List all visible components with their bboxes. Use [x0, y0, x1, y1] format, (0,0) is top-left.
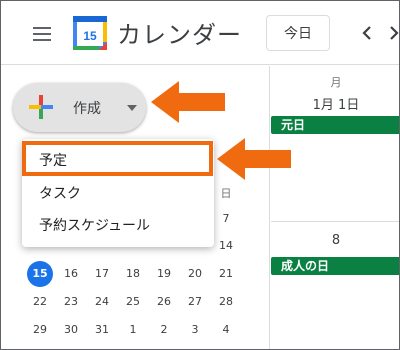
mini-calendar-day[interactable]: 22 — [27, 289, 53, 315]
today-button[interactable]: 今日 — [266, 15, 330, 51]
create-button[interactable]: 作成 — [13, 83, 146, 132]
create-button-label: 作成 — [73, 101, 101, 117]
mini-calendar-day[interactable]: 23 — [58, 289, 84, 315]
date-label: 1月 1日 — [312, 98, 360, 113]
mini-calendar-day[interactable]: 18 — [120, 261, 146, 287]
mini-calendar-day[interactable]: 30 — [58, 317, 84, 343]
mini-calendar-day[interactable]: 25 — [120, 289, 146, 315]
mini-calendar-day[interactable]: 4 — [213, 317, 239, 343]
mini-calendar-day[interactable]: 17 — [89, 261, 115, 287]
mini-calendar-day-today[interactable]: 15 — [27, 261, 53, 287]
mini-calendar-day[interactable]: 7 — [213, 206, 239, 232]
annotation-arrow-icon — [217, 138, 291, 180]
calendar-window: 15 カレンダー 今日 作成 日 7 14 15 16 17 18 19 20 … — [0, 0, 400, 350]
mini-calendar-day[interactable]: 26 — [151, 289, 177, 315]
mini-calendar-day[interactable]: 3 — [182, 317, 208, 343]
highlight-box — [22, 141, 213, 176]
menu-icon-bar — [33, 27, 51, 29]
menu-icon-bar — [33, 33, 51, 35]
week-divider — [271, 221, 399, 222]
event-chip-new-year[interactable]: 元日 — [271, 116, 399, 134]
mini-calendar-day[interactable]: 19 — [151, 261, 177, 287]
logo-number: 15 — [83, 29, 97, 43]
mini-calendar-day[interactable]: 31 — [89, 317, 115, 343]
calendar-grid: 月 1月 1日 元日 8 成人の日 — [271, 66, 399, 349]
mini-calendar-day[interactable]: 16 — [58, 261, 84, 287]
mini-calendar-day[interactable]: 27 — [182, 289, 208, 315]
mini-calendar-day[interactable]: 2 — [151, 317, 177, 343]
event-chip-coming-of-age[interactable]: 成人の日 — [271, 257, 399, 275]
app-title: カレンダー — [117, 21, 242, 49]
app-header: 15 カレンダー 今日 — [1, 1, 400, 65]
menu-icon-bar — [33, 39, 51, 41]
mini-calendar-dow-sunday: 日 — [220, 187, 232, 200]
mini-calendar-day[interactable]: 29 — [27, 317, 53, 343]
mini-calendar-day[interactable]: 21 — [213, 261, 239, 287]
mini-calendar-day[interactable]: 1 — [120, 317, 146, 343]
mini-calendar-day[interactable]: 14 — [213, 233, 239, 259]
mini-calendar-day[interactable]: 24 — [89, 289, 115, 315]
caret-down-icon — [127, 105, 137, 111]
mini-calendar-day[interactable]: 28 — [213, 289, 239, 315]
mini-calendar-day[interactable]: 20 — [182, 261, 208, 287]
google-calendar-logo: 15 — [73, 16, 107, 50]
chevron-right-icon[interactable] — [387, 21, 400, 45]
plus-icon — [29, 95, 53, 119]
annotation-arrow-icon — [151, 81, 225, 123]
menu-item-task[interactable]: タスク — [22, 175, 214, 211]
menu-item-appointment-schedule[interactable]: 予約スケジュール — [22, 207, 214, 243]
chevron-left-icon[interactable] — [356, 21, 378, 45]
main-menu-button[interactable] — [29, 21, 55, 47]
week-date-label: 8 — [331, 233, 341, 248]
day-of-week-label: 月 — [330, 76, 342, 89]
